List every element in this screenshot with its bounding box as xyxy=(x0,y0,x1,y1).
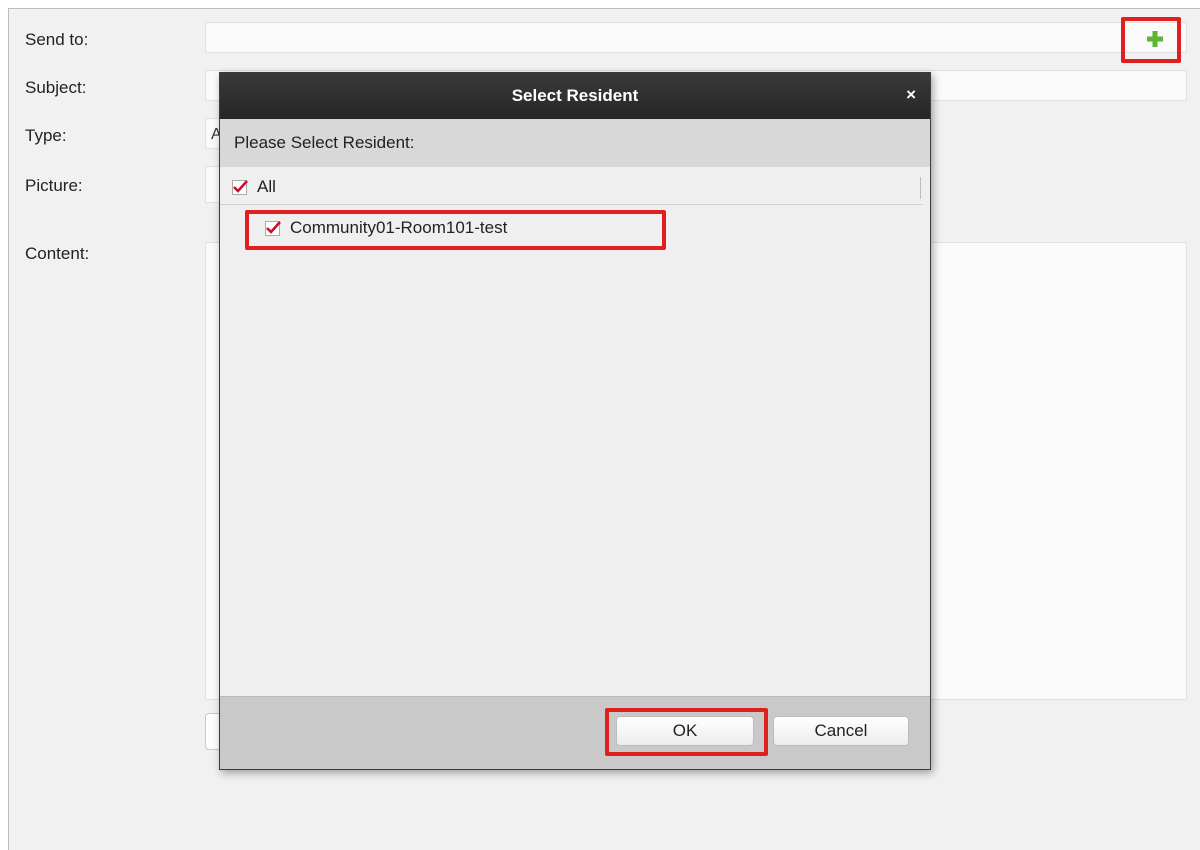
list-scrollbar[interactable] xyxy=(920,177,921,199)
list-item-resident[interactable]: Community01-Room101-test xyxy=(265,218,507,238)
add-recipient-button[interactable] xyxy=(1135,26,1175,52)
dialog-prompt-bar: Please Select Resident: xyxy=(220,119,930,168)
dialog-prompt: Please Select Resident: xyxy=(234,133,415,152)
plus-icon xyxy=(1147,31,1163,47)
list-divider xyxy=(220,204,923,205)
list-item-all[interactable]: All xyxy=(232,177,276,197)
checkbox-checked-icon[interactable] xyxy=(232,179,248,195)
send-to-label: Send to: xyxy=(25,30,89,49)
resident-list xyxy=(220,167,930,697)
dialog-title: Select Resident xyxy=(511,86,639,105)
subject-label: Subject: xyxy=(25,78,87,97)
picture-label: Picture: xyxy=(25,176,83,195)
content-label: Content: xyxy=(25,244,90,263)
list-item-label: All xyxy=(257,177,276,196)
ok-button[interactable]: OK xyxy=(616,716,754,746)
dialog-footer: OK Cancel xyxy=(220,696,930,769)
cancel-button[interactable]: Cancel xyxy=(773,716,909,746)
select-resident-dialog: Select Resident × Please Select Resident… xyxy=(219,72,931,770)
close-icon[interactable]: × xyxy=(906,85,916,105)
checkbox-checked-icon[interactable] xyxy=(265,220,281,236)
type-label: Type: xyxy=(25,126,67,145)
send-to-field[interactable] xyxy=(205,22,1187,53)
list-item-label: Community01-Room101-test xyxy=(290,218,508,237)
dialog-title-bar: Select Resident × xyxy=(220,73,930,119)
